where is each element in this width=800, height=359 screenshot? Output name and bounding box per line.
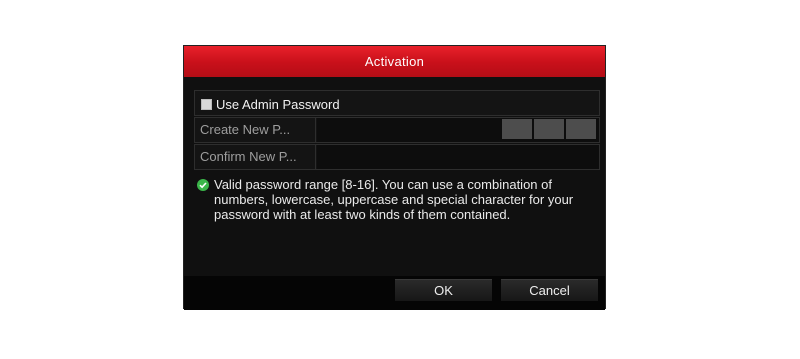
use-admin-password-checkbox[interactable] <box>201 99 212 110</box>
cancel-button[interactable]: Cancel <box>501 279 598 301</box>
dialog-footer: OK Cancel <box>184 276 605 310</box>
use-admin-password-row: Use Admin Password <box>194 90 600 116</box>
use-admin-password-toggle[interactable]: Use Admin Password <box>201 97 340 112</box>
confirm-password-row: Confirm New P... <box>194 144 600 170</box>
password-hint: Valid password range [8-16]. You can use… <box>197 177 592 222</box>
dialog-title: Activation <box>364 54 425 69</box>
strength-segment-weak <box>502 119 532 139</box>
create-password-input[interactable] <box>317 118 599 142</box>
dialog-title-bar[interactable]: Activation <box>184 46 605 77</box>
use-admin-password-label: Use Admin Password <box>216 97 340 112</box>
ok-button[interactable]: OK <box>395 279 492 301</box>
activation-dialog: Activation Use Admin Password Create New… <box>183 45 606 310</box>
confirm-password-input[interactable] <box>317 145 599 169</box>
confirm-password-label: Confirm New P... <box>195 145 316 169</box>
strength-segment-strong <box>566 119 596 139</box>
password-panel: Use Admin Password Create New P... Confi… <box>194 90 600 171</box>
password-strength-meter <box>502 119 596 139</box>
password-hint-text: Valid password range [8-16]. You can use… <box>214 177 574 222</box>
strength-segment-medium <box>534 119 564 139</box>
create-password-label: Create New P... <box>195 118 316 142</box>
create-password-row: Create New P... <box>194 117 600 143</box>
check-circle-icon <box>197 179 209 191</box>
